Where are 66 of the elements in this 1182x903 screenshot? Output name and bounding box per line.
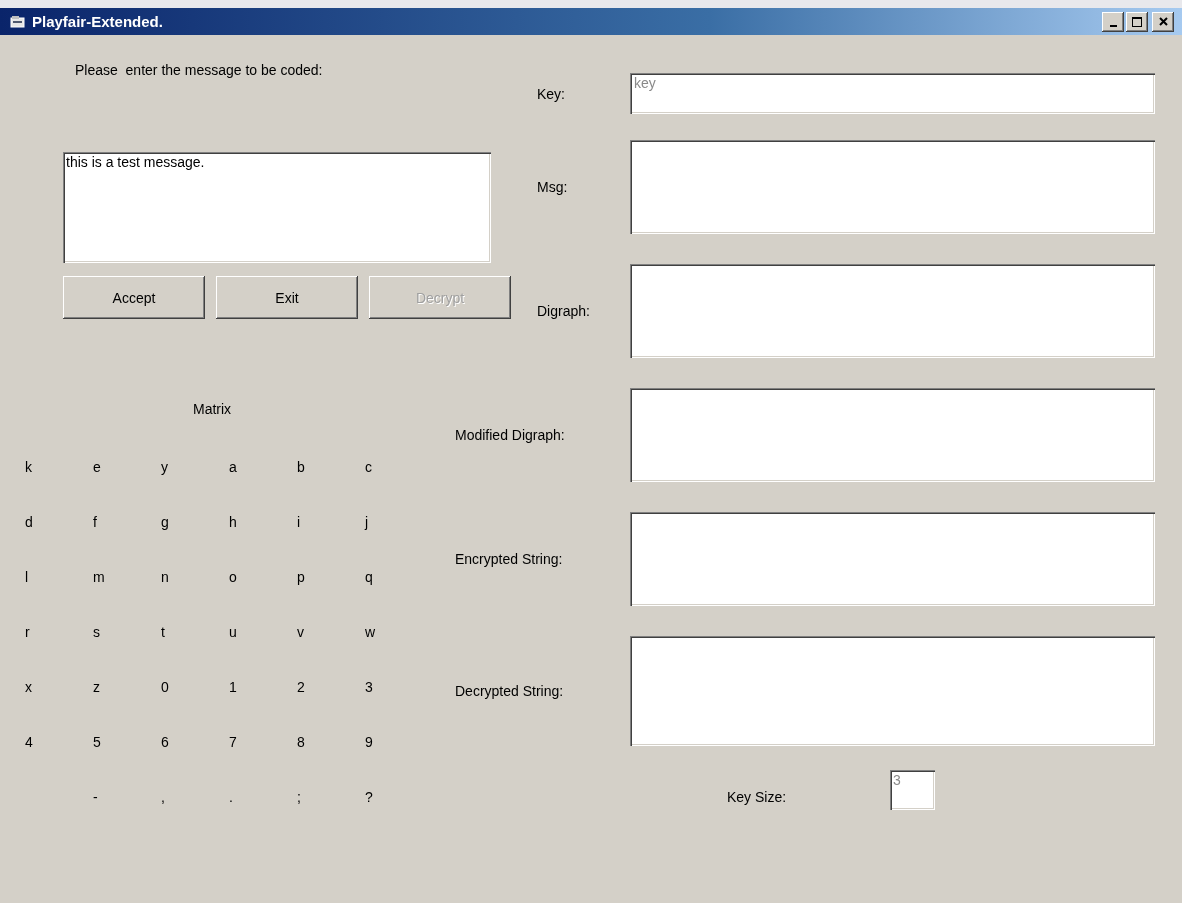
matrix-cell-text: q	[364, 568, 373, 585]
matrix-cell-text: r	[24, 623, 30, 640]
matrix-cell-text: t	[160, 623, 165, 640]
matrix-cell-text: .	[228, 788, 233, 805]
matrix-cell-text: u	[228, 623, 237, 640]
matrix-cell-text: 9	[364, 733, 373, 750]
matrix-cell-text: z	[92, 678, 100, 695]
field-label: Decrypted String:	[454, 683, 564, 699]
matrix-cell-text: ?	[364, 788, 373, 805]
matrix-cell-text: ,	[160, 788, 165, 805]
matrix-cell-text: k	[24, 458, 32, 475]
matrix-cell-text: 0	[160, 678, 169, 695]
maximize-icon	[1132, 16, 1142, 27]
message-prompt: Please enter the message to be coded:	[75, 62, 323, 78]
message-input[interactable]: this is a test message.	[63, 152, 491, 263]
matrix-cell-text: 8	[296, 733, 305, 750]
matrix-cell-text: f	[92, 513, 97, 530]
action-button[interactable]: Accept	[63, 276, 205, 319]
matrix-cell-text: s	[92, 623, 100, 640]
field-label: Key:	[536, 85, 565, 102]
matrix-cell-text: y	[160, 458, 168, 475]
matrix-cell-text: 5	[92, 733, 101, 750]
window-title: Playfair-Extended.	[32, 13, 164, 30]
matrix-cell-text: i	[296, 513, 301, 530]
matrix-cell-text: n	[160, 568, 169, 585]
field-label: Msg:	[536, 179, 568, 195]
matrix-cell-text: 3	[364, 678, 373, 695]
app-icon	[10, 14, 26, 29]
maximize-button[interactable]	[1126, 11, 1148, 32]
matrix-cell-text: j	[363, 513, 369, 530]
matrix-cell-text: p	[296, 568, 305, 585]
matrix-cell-text: v	[296, 623, 304, 640]
matrix-cell-text: -	[92, 788, 98, 805]
matrix-cell-text: d	[24, 513, 33, 530]
matrix-cell-text: 4	[24, 733, 33, 750]
text-field[interactable]	[630, 388, 1155, 482]
matrix-cell-text: g	[160, 513, 169, 530]
field-label: Modified Digraph:	[454, 427, 565, 443]
action-button[interactable]: Exit	[216, 276, 358, 319]
field-label: Encrypted String:	[454, 551, 563, 567]
matrix-cell-text: x	[24, 678, 32, 695]
text-field[interactable]	[630, 264, 1155, 358]
matrix-cell-text: 1	[228, 678, 237, 695]
matrix-title: Matrix	[193, 401, 232, 417]
matrix-cell-text: l	[24, 568, 29, 585]
matrix-cell-text: c	[364, 458, 372, 475]
key-size-label: Key Size:	[727, 788, 788, 805]
minimize-icon	[1109, 24, 1117, 27]
field-label: Digraph:	[536, 303, 590, 319]
matrix-cell-text: 2	[296, 678, 305, 695]
matrix-cell-text: 7	[228, 733, 237, 750]
matrix-cell-text: e	[92, 458, 101, 475]
matrix-cell-text: h	[228, 513, 237, 530]
close-button[interactable]	[1152, 11, 1174, 32]
matrix-cell-text: o	[228, 568, 237, 585]
text-field[interactable]	[630, 140, 1155, 234]
matrix-cell-text: w	[364, 623, 376, 640]
matrix-cell-text: m	[92, 568, 105, 585]
close-icon	[1158, 17, 1168, 26]
matrix-cell-text: b	[296, 458, 305, 475]
matrix-cell-text: a	[228, 458, 237, 475]
text-field[interactable]	[630, 512, 1155, 606]
matrix-cell-text: ;	[296, 788, 301, 805]
text-field[interactable]	[630, 636, 1155, 746]
matrix-cell-text: 6	[160, 733, 169, 750]
minimize-button[interactable]	[1102, 11, 1124, 32]
